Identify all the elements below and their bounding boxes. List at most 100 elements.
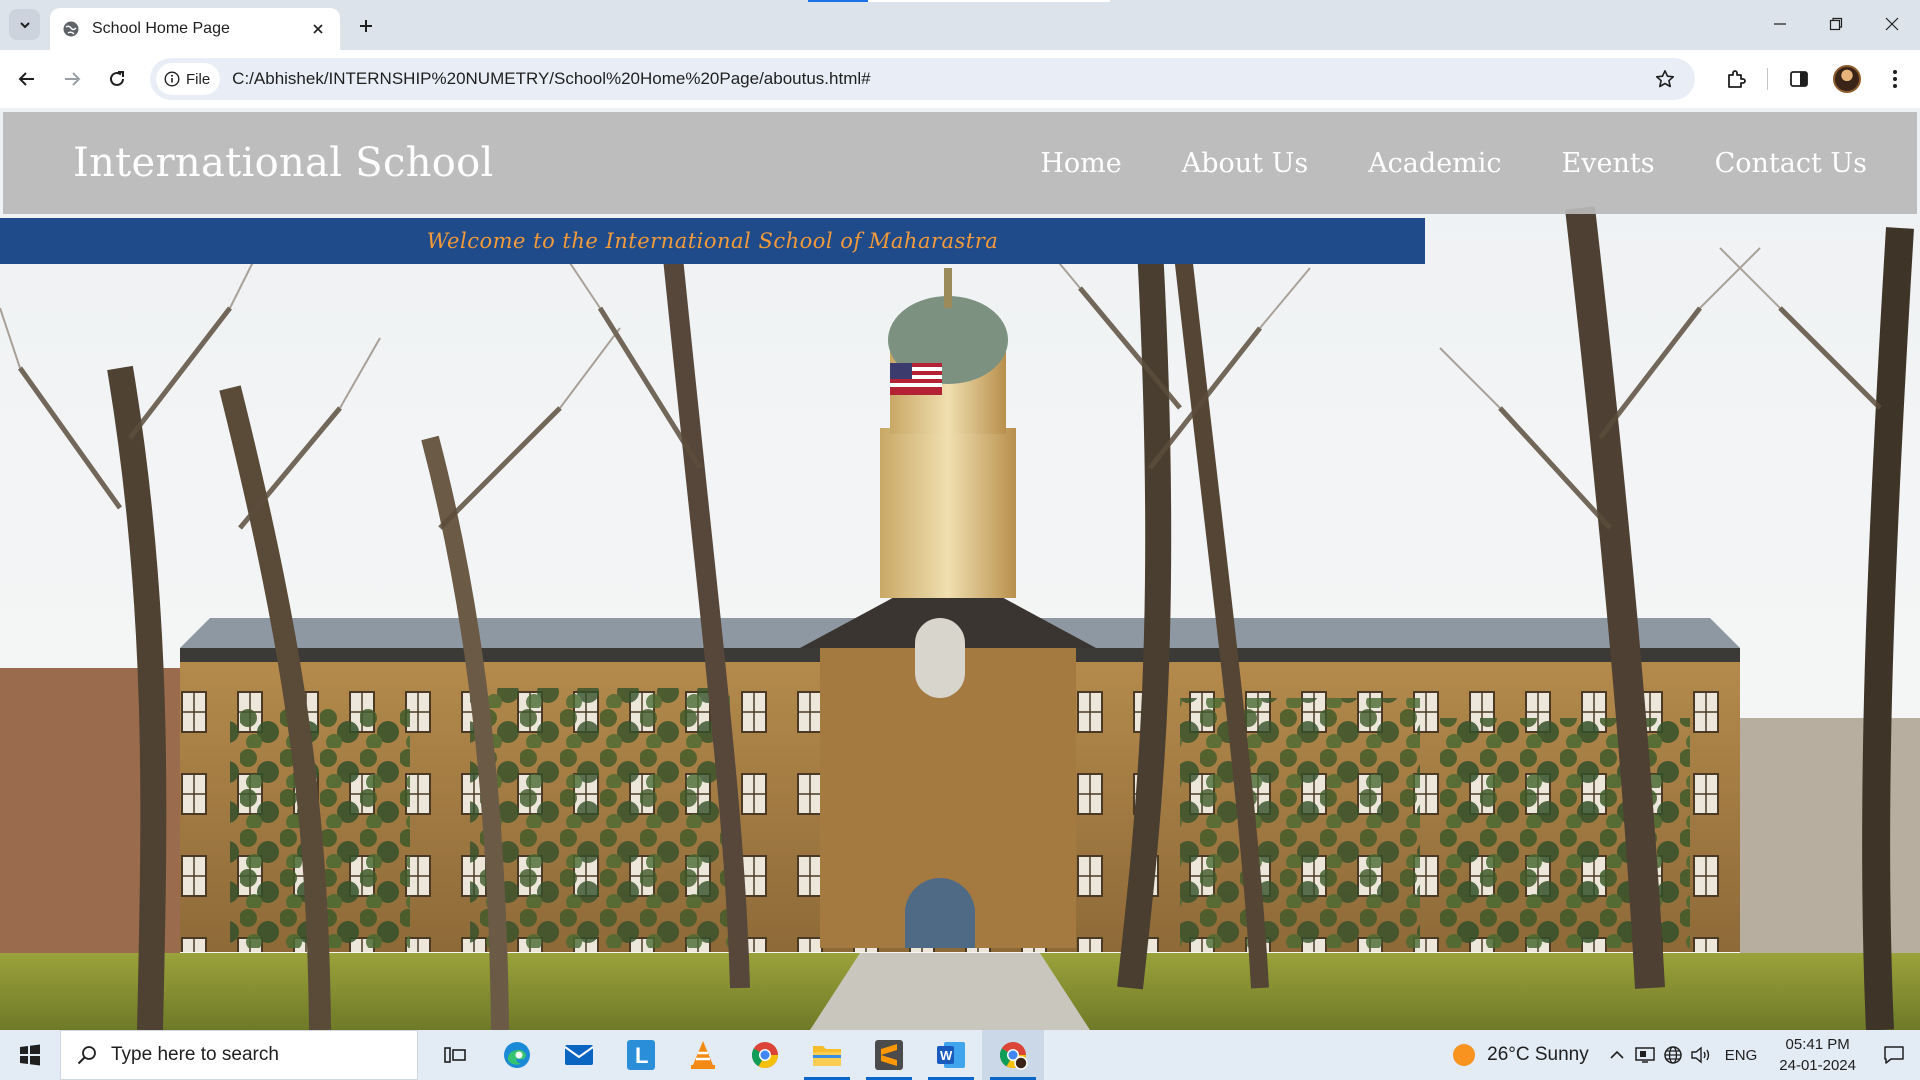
task-view-button[interactable]: [424, 1030, 486, 1080]
close-window-button[interactable]: [1864, 0, 1920, 48]
toolbar-separator: [1767, 68, 1768, 90]
task-view-icon: [444, 1047, 466, 1063]
clock-time: 05:41 PM: [1785, 1036, 1850, 1053]
toolbar-actions: [1719, 62, 1912, 96]
edge-icon: [504, 1042, 530, 1068]
nav-contact-us[interactable]: Contact Us: [1715, 148, 1867, 179]
tab-search-button[interactable]: [9, 9, 40, 40]
search-icon: [77, 1046, 96, 1065]
welcome-text: Welcome to the International School of M…: [426, 229, 999, 253]
site-info-label: File: [186, 70, 211, 88]
tray-volume-button[interactable]: [1687, 1030, 1715, 1080]
close-icon: [313, 24, 323, 34]
system-tray: 26°C Sunny ENG 05:41 PM 24-01-2024: [1451, 1030, 1920, 1080]
browser-tab-strip: School Home Page: [0, 0, 1920, 50]
clock[interactable]: 05:41 PM 24-01-2024: [1779, 1034, 1856, 1076]
windows-icon: [20, 1044, 40, 1066]
taskbar-search-placeholder: Type here to search: [111, 1044, 279, 1065]
language-indicator[interactable]: ENG: [1725, 1047, 1758, 1064]
start-button[interactable]: [0, 1030, 60, 1080]
word-icon: W: [937, 1042, 965, 1068]
site-logo[interactable]: International School: [73, 140, 494, 186]
tab-loading-indicator: [808, 0, 868, 2]
taskbar-mail[interactable]: [548, 1030, 610, 1080]
puzzle-icon: [1728, 70, 1746, 88]
reload-icon: [110, 71, 124, 86]
taskbar-chrome-profile[interactable]: [982, 1030, 1044, 1080]
close-icon: [1885, 17, 1899, 31]
back-button[interactable]: [10, 62, 44, 96]
minimize-icon: [1774, 23, 1786, 25]
info-icon: [164, 71, 180, 87]
mail-icon: [564, 1045, 594, 1065]
url-text[interactable]: C:/Abhishek/INTERNSHIP%20NUMETRY/School%…: [232, 69, 1647, 89]
new-tab-button[interactable]: [352, 12, 380, 40]
display-icon: [1635, 1047, 1655, 1063]
restore-button[interactable]: [1808, 0, 1864, 48]
extensions-button[interactable]: [1719, 62, 1753, 96]
minimize-button[interactable]: [1752, 0, 1808, 48]
more-vert-icon: [1893, 70, 1897, 88]
chevron-up-icon: [1610, 1050, 1624, 1059]
taskbar-sublime-text[interactable]: [858, 1030, 920, 1080]
tray-network-button[interactable]: [1659, 1030, 1687, 1080]
show-hidden-icons-button[interactable]: [1603, 1030, 1631, 1080]
browser-toolbar: File C:/Abhishek/INTERNSHIP%20NUMETRY/Sc…: [0, 50, 1920, 108]
chrome-icon: [999, 1042, 1028, 1070]
welcome-banner: Welcome to the International School of M…: [0, 218, 1425, 264]
globe-icon: [1664, 1046, 1682, 1064]
chrome-icon: [751, 1042, 779, 1069]
taskbar-edge[interactable]: [486, 1030, 548, 1080]
nav-academic[interactable]: Academic: [1368, 148, 1501, 179]
l-app-icon: L: [627, 1040, 655, 1070]
taskbar-lens-app[interactable]: L: [610, 1030, 672, 1080]
plus-icon: [360, 20, 372, 32]
profile-button[interactable]: [1830, 62, 1864, 96]
vlc-icon: [691, 1041, 715, 1069]
sublime-icon: [875, 1040, 903, 1070]
sun-icon: [1453, 1044, 1476, 1066]
side-panel-icon: [1790, 71, 1808, 87]
notifications-button[interactable]: [1868, 1030, 1920, 1080]
globe-icon: [63, 21, 79, 37]
nav-events[interactable]: Events: [1562, 148, 1655, 179]
taskbar-chrome[interactable]: [734, 1030, 796, 1080]
nav-about-us[interactable]: About Us: [1182, 148, 1308, 179]
taskbar: Type here to search L W 26°C Sunny ENG 0…: [0, 1030, 1920, 1080]
volume-icon: [1691, 1046, 1709, 1064]
taskbar-apps: L W: [424, 1030, 1044, 1080]
folder-icon: [813, 1046, 841, 1066]
site-nav: Home About Us Academic Events Contact Us: [1040, 148, 1867, 179]
site-header: International School Home About Us Acade…: [3, 112, 1917, 214]
window-controls: [1752, 0, 1920, 48]
menu-button[interactable]: [1878, 62, 1912, 96]
arrow-right-icon: [65, 72, 81, 86]
forward-button[interactable]: [55, 62, 89, 96]
notification-icon: [1884, 1046, 1904, 1064]
taskbar-file-explorer[interactable]: [796, 1030, 858, 1080]
close-tab-button[interactable]: [308, 19, 328, 39]
bookmark-button[interactable]: [1647, 61, 1683, 97]
reload-button[interactable]: [100, 62, 134, 96]
site-info-chip[interactable]: File: [156, 63, 221, 95]
taskbar-word[interactable]: W: [920, 1030, 982, 1080]
svg-text:W: W: [940, 1048, 953, 1063]
star-icon: [1655, 70, 1675, 88]
clock-date: 24-01-2024: [1779, 1057, 1856, 1074]
browser-tab[interactable]: School Home Page: [50, 8, 340, 50]
chevron-down-icon: [19, 21, 30, 28]
avatar: [1833, 65, 1861, 93]
tab-title: School Home Page: [92, 20, 230, 37]
side-panel-button[interactable]: [1782, 62, 1816, 96]
nav-home[interactable]: Home: [1040, 148, 1121, 179]
taskbar-vlc[interactable]: [672, 1030, 734, 1080]
tray-display-button[interactable]: [1631, 1030, 1659, 1080]
arrow-left-icon: [18, 72, 34, 86]
taskbar-search-box[interactable]: Type here to search: [60, 1030, 418, 1080]
tab-loading-track: [868, 0, 1110, 2]
page-viewport: International School Home About Us Acade…: [0, 108, 1920, 1030]
weather-text: 26°C Sunny: [1487, 1044, 1589, 1065]
address-bar[interactable]: File C:/Abhishek/INTERNSHIP%20NUMETRY/Sc…: [150, 58, 1695, 100]
weather-widget[interactable]: 26°C Sunny: [1451, 1042, 1589, 1068]
restore-icon: [1829, 17, 1843, 31]
